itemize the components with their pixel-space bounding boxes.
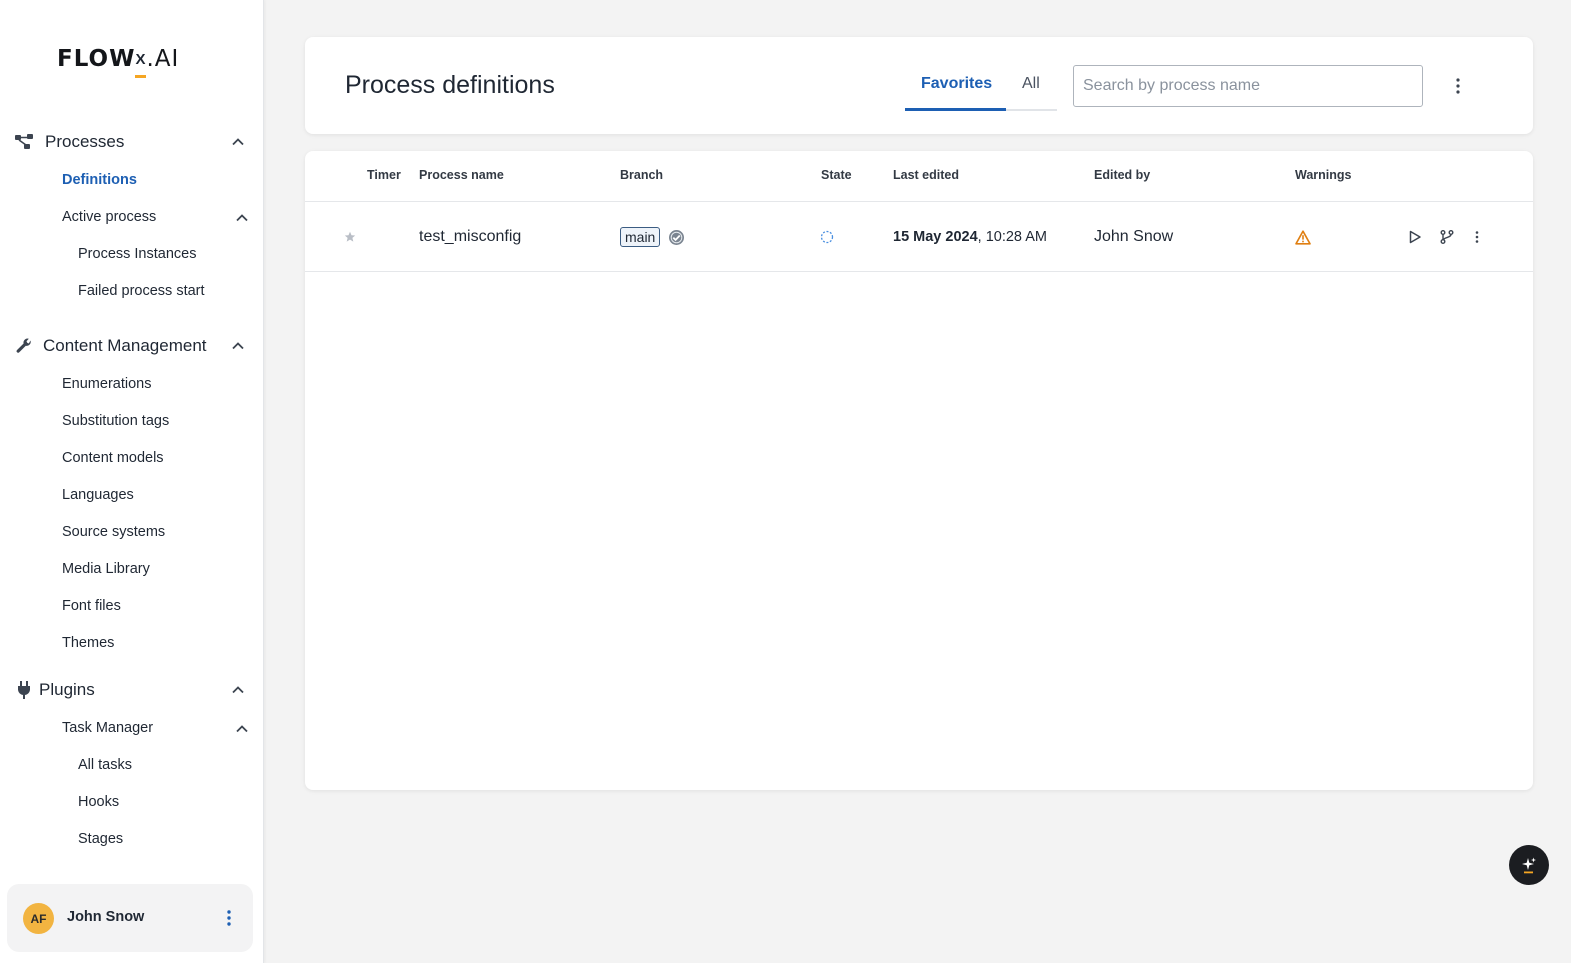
sidebar-item-active-process[interactable]: Active process — [62, 209, 156, 225]
sidebar-item-all-tasks[interactable]: All tasks — [78, 757, 132, 773]
sidebar-section-label: Plugins — [39, 680, 95, 699]
column-header-warnings[interactable]: Warnings — [1295, 168, 1351, 182]
run-cell — [1408, 202, 1422, 272]
sidebar-item-failed-process-start[interactable]: Failed process start — [78, 283, 205, 299]
page-header: Process definitions Favorites All — [305, 37, 1533, 134]
column-header-branch[interactable]: Branch — [620, 168, 663, 182]
last-edited-cell: 15 May 2024, 10:28 AM — [893, 202, 1047, 272]
column-header-process-name[interactable]: Process name — [419, 168, 504, 182]
chevron-up-icon[interactable] — [231, 683, 245, 697]
sidebar-item-source-systems[interactable]: Source systems — [62, 524, 165, 540]
table-header: Timer Process name Branch State Last edi… — [305, 151, 1533, 202]
process-icon — [14, 132, 34, 152]
warnings-cell — [1295, 202, 1311, 272]
wrench-icon — [14, 336, 34, 356]
sidebar-item-enumerations[interactable]: Enumerations — [62, 376, 151, 392]
chevron-up-icon[interactable] — [235, 211, 249, 225]
sidebar-item-font-files[interactable]: Font files — [62, 598, 121, 614]
flowx-logo[interactable]: FLOW X .AI — [57, 44, 180, 78]
favorite-cell — [344, 202, 356, 272]
more-vertical-icon[interactable] — [1473, 229, 1481, 245]
logo-wordmark: FLOW — [57, 46, 136, 72]
check-circle-icon — [669, 229, 685, 245]
plug-icon — [14, 680, 34, 700]
branch-badge: main — [620, 227, 661, 247]
chevron-up-icon[interactable] — [231, 135, 245, 149]
sidebar-item-stages[interactable]: Stages — [78, 831, 123, 847]
sidebar-item-hooks[interactable]: Hooks — [78, 794, 119, 810]
sidebar-item-languages[interactable]: Languages — [62, 487, 134, 503]
sidebar-item-process-instances[interactable]: Process Instances — [78, 246, 196, 262]
search-input[interactable] — [1073, 65, 1423, 107]
sidebar: FLOW X .AI Processes Definitions Active pr… — [0, 0, 264, 963]
sparkle-icon — [1522, 857, 1536, 874]
sidebar-section-label: Content Management — [43, 336, 207, 355]
warning-triangle-icon[interactable] — [1295, 229, 1311, 245]
more-vertical-icon[interactable] — [223, 908, 235, 928]
state-cell — [820, 202, 834, 272]
tab-favorites[interactable]: Favorites — [921, 75, 992, 93]
last-edited: 15 May 2024, 10:28 AM — [893, 229, 1047, 245]
chevron-up-icon[interactable] — [231, 339, 245, 353]
process-name-cell: test_misconfig — [419, 202, 521, 272]
row-menu-cell — [1473, 202, 1481, 272]
user-name: John Snow — [67, 909, 145, 925]
last-edited-date: 15 May 2024 — [893, 229, 978, 245]
sidebar-nav: Processes Definitions Active process Pro… — [0, 120, 264, 872]
process-name[interactable]: test_misconfig — [419, 228, 521, 246]
logo-x-mark: X — [135, 51, 146, 78]
branch-action-cell — [1439, 202, 1455, 272]
user-card[interactable]: AF John Snow — [7, 884, 253, 952]
ai-assistant-button[interactable] — [1509, 845, 1549, 885]
branch-icon[interactable] — [1439, 229, 1455, 245]
sidebar-item-media-library[interactable]: Media Library — [62, 561, 150, 577]
play-icon[interactable] — [1408, 230, 1422, 244]
tab-all[interactable]: All — [1022, 75, 1040, 93]
edited-by: John Snow — [1094, 228, 1174, 245]
avatar: AF — [23, 903, 54, 934]
sidebar-item-themes[interactable]: Themes — [62, 635, 114, 651]
sidebar-section-processes[interactable]: Processes — [0, 122, 264, 162]
sidebar-section-content-management[interactable]: Content Management — [0, 326, 264, 366]
column-header-timer[interactable]: Timer — [367, 168, 401, 182]
sidebar-section-label: Processes — [45, 132, 125, 151]
sidebar-item-task-manager[interactable]: Task Manager — [62, 720, 153, 736]
page-title: Process definitions — [345, 71, 555, 99]
more-vertical-icon[interactable] — [1451, 75, 1465, 97]
last-edited-time: , 10:28 AM — [977, 229, 1047, 245]
column-header-edited-by[interactable]: Edited by — [1094, 168, 1150, 182]
process-table: Timer Process name Branch State Last edi… — [305, 151, 1533, 790]
edited-by-cell: John Snow — [1094, 202, 1173, 272]
tab-bar: Favorites All — [905, 65, 1057, 111]
table-row[interactable]: test_misconfig main 15 May 2024, 10:28 A… — [305, 202, 1533, 272]
sidebar-item-definitions[interactable]: Definitions — [62, 172, 137, 188]
column-header-state[interactable]: State — [821, 168, 852, 182]
chevron-up-icon[interactable] — [235, 722, 249, 736]
sidebar-section-plugins[interactable]: Plugins — [0, 670, 264, 710]
star-icon[interactable] — [344, 231, 356, 243]
logo-ai-text: .AI — [146, 46, 180, 72]
draft-state-icon — [820, 230, 834, 244]
column-header-last-edited[interactable]: Last edited — [893, 168, 959, 182]
branch-cell: main — [620, 202, 685, 272]
active-tab-indicator — [905, 108, 1006, 111]
sidebar-item-substitution-tags[interactable]: Substitution tags — [62, 413, 169, 429]
sidebar-item-content-models[interactable]: Content models — [62, 450, 164, 466]
